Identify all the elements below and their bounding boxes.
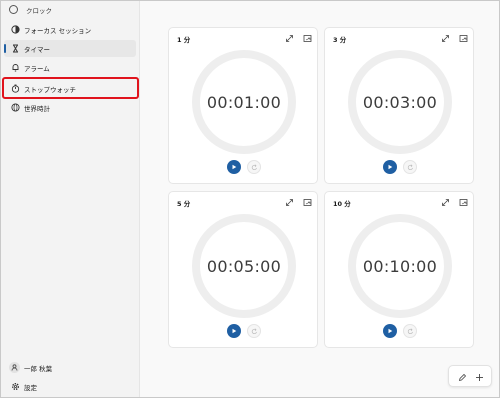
selection-indicator [4,44,6,53]
highlight-annotation [2,77,139,99]
timer-progress-ring: 00:03:00 [348,50,452,154]
timer-card[interactable]: 1 分 00:01:00 [168,27,318,184]
timer-progress-ring: 00:10:00 [348,214,452,318]
timer-card[interactable]: 10 分 00:10:00 [324,191,474,348]
settings-label: 設定 [24,384,37,392]
clock-app-icon [9,5,18,14]
timer-title: 3 分 [333,36,347,44]
sidebar: フォーカス セッション タイマー アラーム ストップウォッチ 世界時計 一郎 秋… [1,19,139,397]
clock-app-window: クロック フォーカス セッション タイマー アラーム ストップウォッチ 世界時計… [0,0,500,398]
play-icon [232,328,237,334]
reset-icon [407,164,413,170]
reset-icon [251,328,257,334]
timer-card[interactable]: 3 分 00:03:00 [324,27,474,184]
expand-icon[interactable] [284,33,294,43]
pin-to-top-icon[interactable] [458,33,468,43]
start-button[interactable] [383,160,397,174]
timer-content-area: 1 分 00:01:00 3 分 00:03:00 5 分 00:05:00 1… [139,1,499,397]
play-icon [388,328,393,334]
hourglass-icon [10,43,20,53]
sidebar-item-label: フォーカス セッション [24,27,92,35]
user-account[interactable]: 一郎 秋葉 [4,359,136,376]
user-name: 一郎 秋葉 [24,365,53,373]
globe-icon [10,102,20,112]
reset-button[interactable] [403,160,417,174]
reset-button[interactable] [403,324,417,338]
start-button[interactable] [383,324,397,338]
pin-to-top-icon[interactable] [302,197,312,207]
plus-icon [475,373,483,381]
person-icon [9,362,20,373]
timer-progress-ring: 00:05:00 [192,214,296,318]
timer-time: 00:10:00 [362,256,438,276]
sidebar-item-world-clock[interactable]: 世界時計 [4,99,136,116]
expand-icon[interactable] [440,33,450,43]
sidebar-item-label: アラーム [24,65,50,73]
timer-card[interactable]: 5 分 00:05:00 [168,191,318,348]
app-title: クロック [26,7,52,15]
timer-title: 5 分 [177,200,191,208]
start-button[interactable] [227,160,241,174]
sidebar-item-timer[interactable]: タイマー [4,40,136,57]
play-icon [232,164,237,170]
sidebar-item-focus-session[interactable]: フォーカス セッション [4,21,136,38]
settings-button[interactable]: 設定 [4,378,136,395]
timer-time: 00:01:00 [206,92,282,112]
timer-progress-ring: 00:01:00 [192,50,296,154]
sidebar-item-label: タイマー [24,46,50,54]
edit-button[interactable] [456,371,468,383]
timer-title: 10 分 [333,200,351,208]
play-icon [388,164,393,170]
expand-icon[interactable] [284,197,294,207]
pin-to-top-icon[interactable] [458,197,468,207]
start-button[interactable] [227,324,241,338]
add-timer-button[interactable] [473,371,485,383]
reset-button[interactable] [247,324,261,338]
focus-session-icon [10,24,20,34]
reset-button[interactable] [247,160,261,174]
reset-icon [251,164,257,170]
timer-time: 00:03:00 [362,92,438,112]
expand-icon[interactable] [440,197,450,207]
edit-toolbar [448,365,492,387]
sidebar-item-alarm[interactable]: アラーム [4,59,136,76]
timer-time: 00:05:00 [206,256,282,276]
gear-icon [10,381,20,391]
pencil-icon [458,373,466,381]
sidebar-item-label: 世界時計 [24,105,50,113]
timer-title: 1 分 [177,36,191,44]
pin-to-top-icon[interactable] [302,33,312,43]
reset-icon [407,328,413,334]
bell-icon [10,62,20,72]
